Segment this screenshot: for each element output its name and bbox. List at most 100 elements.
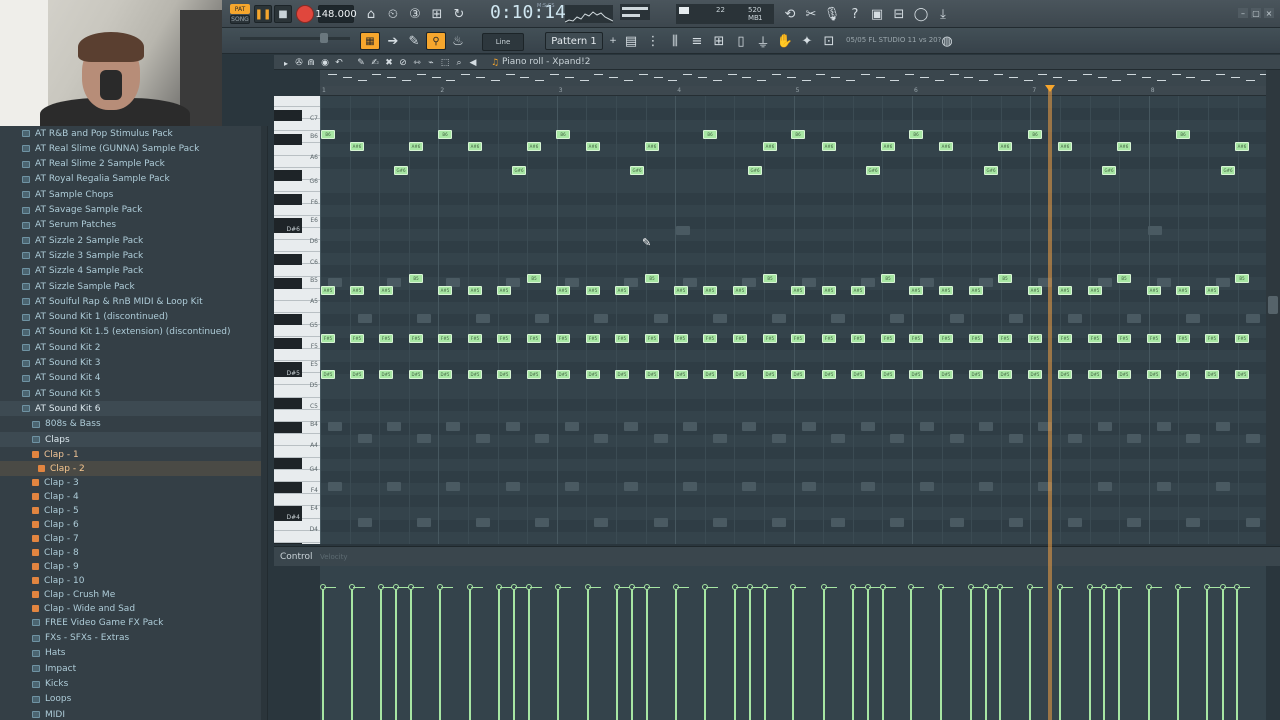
midi-note[interactable]: A#5: [1147, 286, 1161, 295]
velocity-bar[interactable]: [351, 588, 353, 720]
midi-note[interactable]: F#5: [763, 334, 777, 343]
midi-note[interactable]: F#5: [586, 334, 600, 343]
midi-note[interactable]: A#5: [321, 286, 335, 295]
midi-note[interactable]: F#5: [822, 334, 836, 343]
midi-note[interactable]: A#6: [822, 142, 836, 151]
touch-keyboard-icon[interactable]: ✋: [776, 32, 794, 50]
browser-folder-item[interactable]: FREE Video Game FX Pack: [0, 615, 262, 630]
black-key[interactable]: [274, 542, 302, 544]
midi-note[interactable]: B6: [703, 130, 717, 139]
master-pitch-slider[interactable]: [240, 37, 350, 40]
velocity-bar[interactable]: [498, 588, 500, 720]
midi-note[interactable]: F#5: [497, 334, 511, 343]
velocity-bar[interactable]: [528, 588, 530, 720]
browser-file-item[interactable]: Clap - 3: [0, 475, 262, 490]
midi-note[interactable]: D#5: [556, 370, 570, 379]
browser-folder-item[interactable]: AT Sizzle Sample Pack: [0, 279, 262, 294]
shop-icon[interactable]: ⊡: [820, 32, 838, 50]
mixer-icon[interactable]: ⫼: [666, 32, 684, 50]
browser-folder-item[interactable]: AT Serum Patches: [0, 218, 262, 233]
midi-note[interactable]: B5: [1235, 274, 1249, 283]
step-edit-icon[interactable]: ⊞: [428, 5, 446, 23]
add-pattern-icon[interactable]: +: [604, 32, 622, 50]
loop-record-icon[interactable]: ↻: [450, 5, 468, 23]
midi-note[interactable]: D#5: [350, 370, 364, 379]
midi-note[interactable]: F#5: [939, 334, 953, 343]
midi-note[interactable]: A#5: [556, 286, 570, 295]
midi-note[interactable]: A#6: [527, 142, 541, 151]
midi-note[interactable]: F#5: [851, 334, 865, 343]
midi-note[interactable]: D#5: [1088, 370, 1102, 379]
globe-icon[interactable]: ◍: [938, 32, 956, 50]
velocity-bar[interactable]: [1236, 588, 1238, 720]
midi-note[interactable]: F#5: [1088, 334, 1102, 343]
piano-roll-icon[interactable]: ≡: [688, 32, 706, 50]
midi-note[interactable]: G#6: [1102, 166, 1116, 175]
midi-note[interactable]: D#5: [969, 370, 983, 379]
midi-note[interactable]: F#5: [1235, 334, 1249, 343]
close-icon[interactable]: ×: [1264, 8, 1274, 18]
midi-note[interactable]: B5: [881, 274, 895, 283]
midi-note[interactable]: G#6: [512, 166, 526, 175]
black-key[interactable]: [274, 398, 302, 410]
tempo-tapper-icon[interactable]: ✦: [798, 32, 816, 50]
master-volume-slider[interactable]: [620, 4, 650, 20]
midi-note[interactable]: A#5: [1088, 286, 1102, 295]
midi-note[interactable]: D#5: [881, 370, 895, 379]
browser-folder-item[interactable]: AT Sizzle 3 Sample Pack: [0, 248, 262, 263]
midi-note[interactable]: A#6: [586, 142, 600, 151]
velocity-bar[interactable]: [439, 588, 441, 720]
browser-folder-item[interactable]: AT Sound Kit 3: [0, 356, 262, 371]
midi-note[interactable]: D#5: [527, 370, 541, 379]
browser-folder-item[interactable]: AT Sizzle 2 Sample Pack: [0, 233, 262, 248]
midi-note[interactable]: D#5: [645, 370, 659, 379]
pattern-selector[interactable]: Pattern 1: [545, 32, 603, 50]
browser-file-item[interactable]: Clap - 4: [0, 489, 262, 504]
midi-note[interactable]: A#5: [1176, 286, 1190, 295]
velocity-bar[interactable]: [882, 588, 884, 720]
midi-note[interactable]: A#6: [998, 142, 1012, 151]
midi-note[interactable]: D#5: [497, 370, 511, 379]
midi-note[interactable]: A#5: [1058, 286, 1072, 295]
velocity-bar[interactable]: [410, 588, 412, 720]
midi-note[interactable]: D#5: [1235, 370, 1249, 379]
velocity-bar[interactable]: [380, 588, 382, 720]
midi-note[interactable]: A#5: [586, 286, 600, 295]
midi-note[interactable]: D#5: [615, 370, 629, 379]
velocity-bar[interactable]: [1103, 588, 1105, 720]
piano-roll-overview[interactable]: [320, 70, 1270, 86]
velocity-bar[interactable]: [1118, 588, 1120, 720]
browser-folder-item[interactable]: AT Real Slime 2 Sample Pack: [0, 157, 262, 172]
browser-folder-item[interactable]: Kicks: [0, 677, 262, 692]
black-key[interactable]: [274, 458, 302, 470]
midi-note[interactable]: F#5: [1176, 334, 1190, 343]
midi-note[interactable]: B6: [438, 130, 452, 139]
browser-folder-item[interactable]: FXs - SFXs - Extras: [0, 631, 262, 646]
midi-note[interactable]: B5: [527, 274, 541, 283]
black-key[interactable]: [274, 278, 302, 290]
midi-note[interactable]: A#5: [350, 286, 364, 295]
tempo-display[interactable]: 148.000: [315, 5, 357, 23]
browser-file-item[interactable]: Clap - 5: [0, 503, 262, 518]
browser-folder-item[interactable]: AT Sound Kit 6: [0, 401, 262, 417]
pause-button[interactable]: ❚❚: [254, 5, 272, 23]
browser-file-item[interactable]: Clap - 7: [0, 531, 262, 546]
midi-note[interactable]: F#5: [909, 334, 923, 343]
midi-note[interactable]: G#6: [630, 166, 644, 175]
midi-note[interactable]: D#5: [851, 370, 865, 379]
midi-note[interactable]: A#5: [939, 286, 953, 295]
black-key[interactable]: [274, 254, 302, 266]
midi-note[interactable]: B6: [1176, 130, 1190, 139]
midi-note[interactable]: D#5: [909, 370, 923, 379]
velocity-bar[interactable]: [970, 588, 972, 720]
midi-note[interactable]: A#5: [1028, 286, 1042, 295]
midi-note[interactable]: D#5: [998, 370, 1012, 379]
midi-note[interactable]: D#5: [1058, 370, 1072, 379]
browser-folder-item[interactable]: AT Sound Kit 4: [0, 371, 262, 386]
midi-note[interactable]: B5: [1117, 274, 1131, 283]
velocity-bar[interactable]: [616, 588, 618, 720]
midi-note[interactable]: D#5: [1205, 370, 1219, 379]
midi-note[interactable]: F#5: [645, 334, 659, 343]
black-key[interactable]: [274, 134, 302, 145]
midi-note[interactable]: F#5: [998, 334, 1012, 343]
